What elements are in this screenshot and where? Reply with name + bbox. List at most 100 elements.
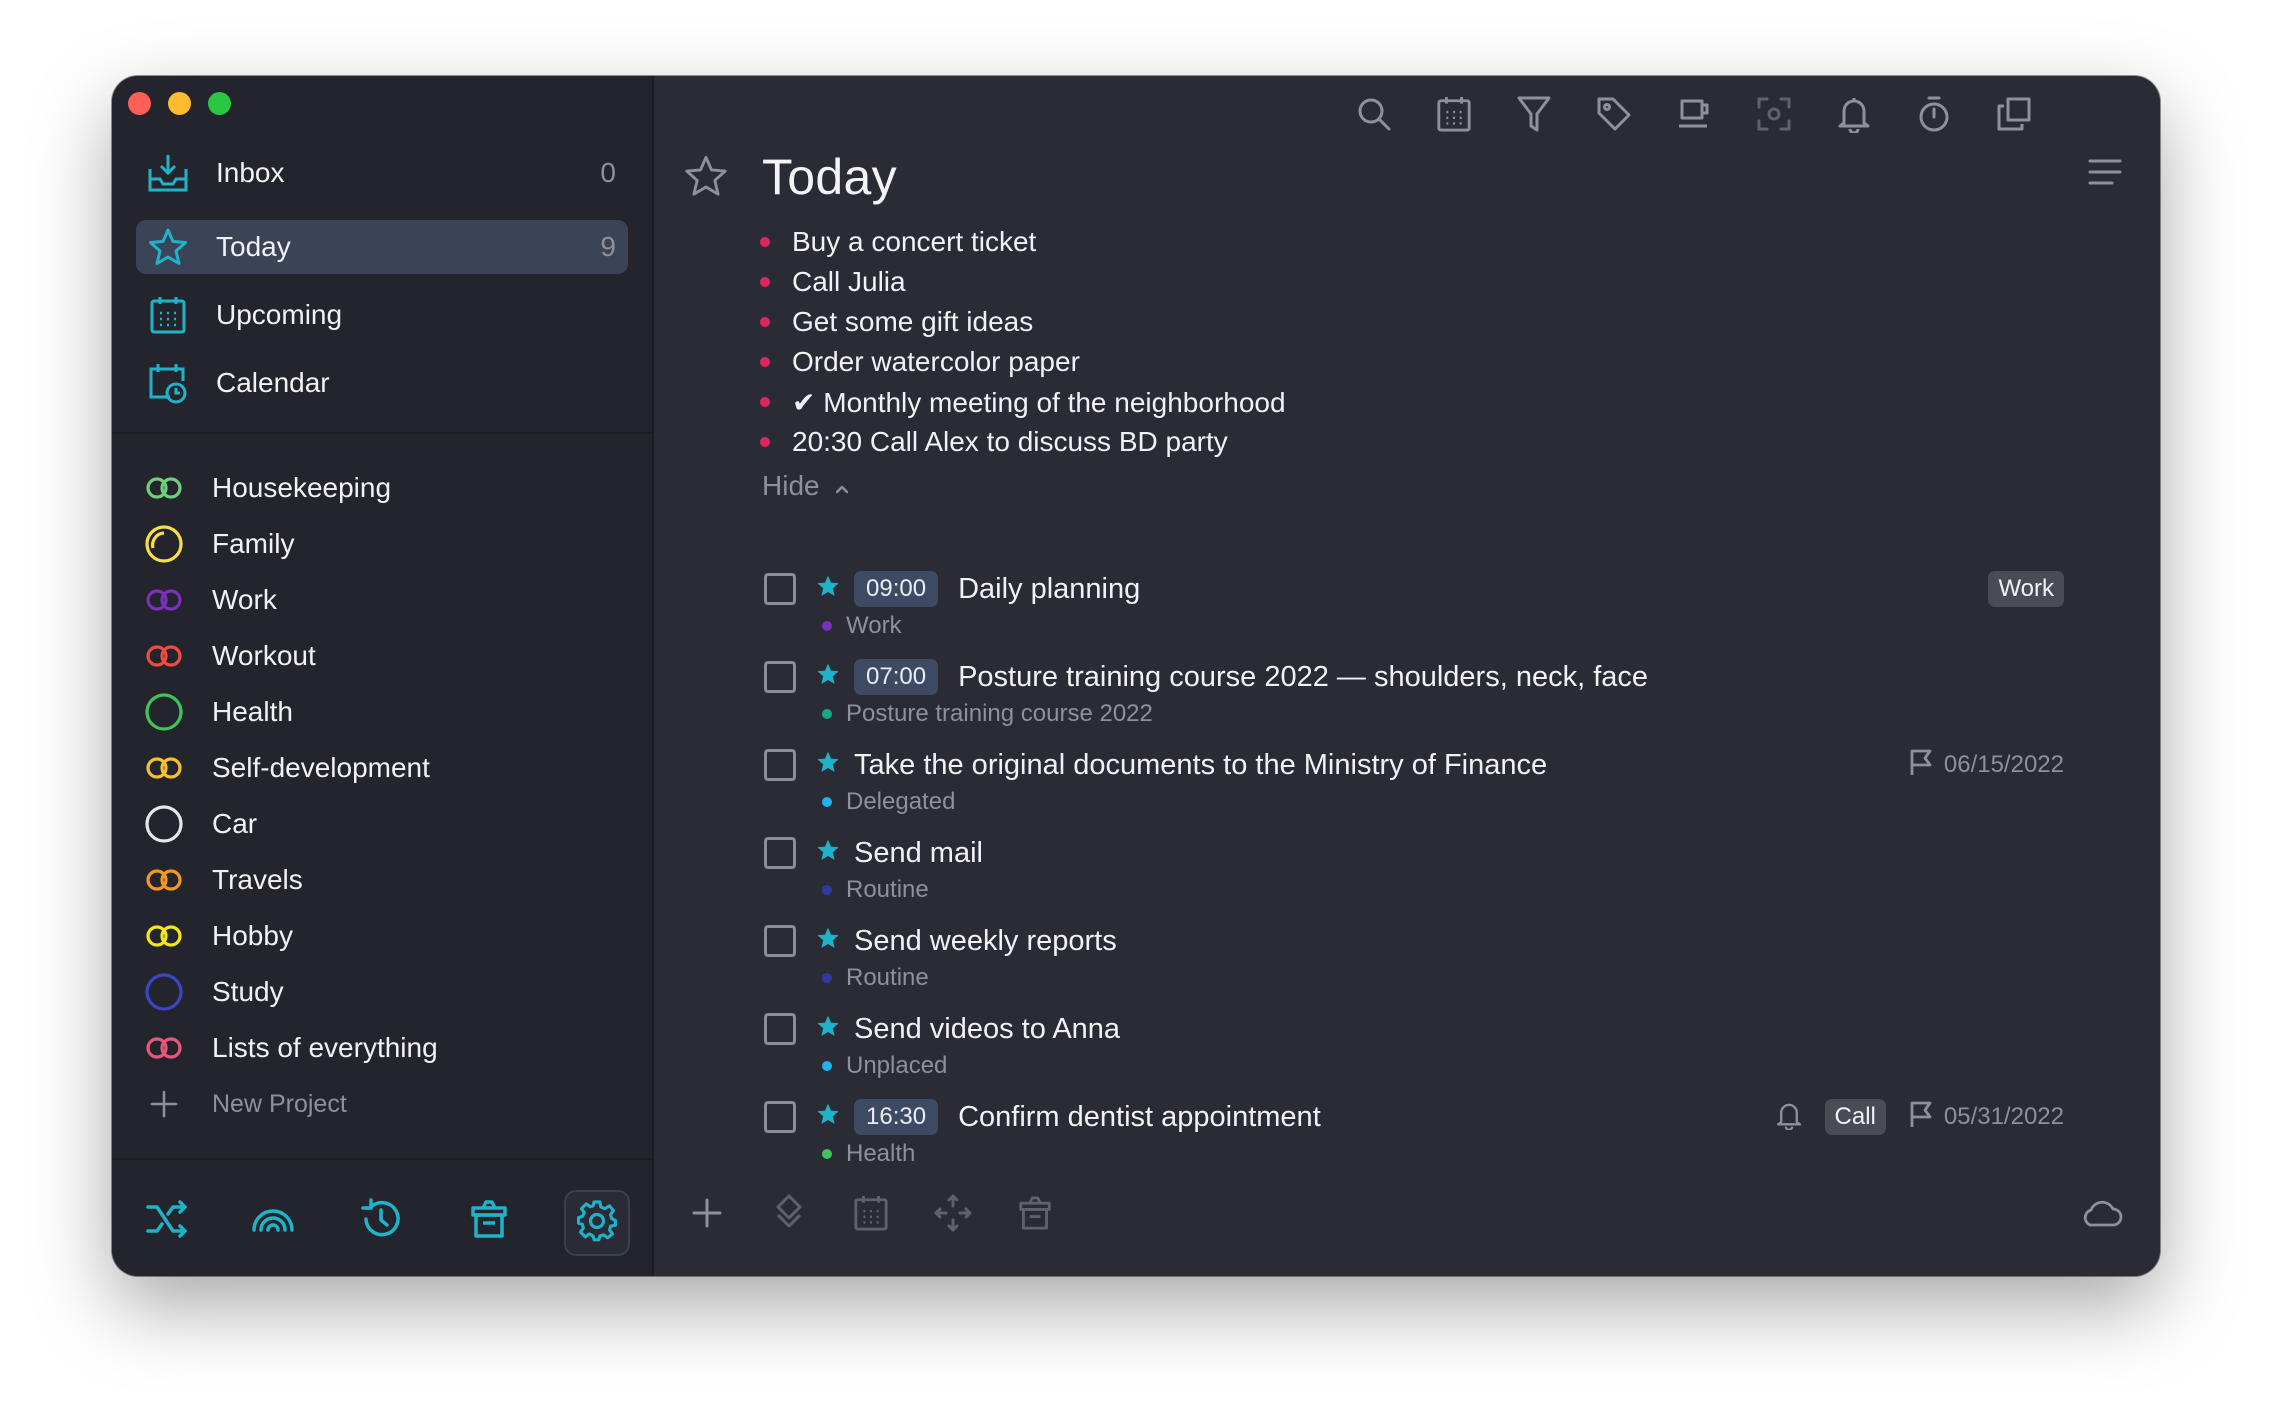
project-label: Health xyxy=(212,696,293,727)
task-checkbox[interactable] xyxy=(764,749,796,781)
project-item[interactable]: Housekeeping xyxy=(142,464,391,512)
tag-move-button[interactable] xyxy=(764,1190,814,1240)
task-title-line: Send weekly reports xyxy=(854,920,1117,962)
list-menu-icon[interactable] xyxy=(2088,158,2122,191)
hide-button[interactable]: Hide xyxy=(762,470,850,502)
star-icon[interactable] xyxy=(816,1014,840,1043)
filter-icon xyxy=(1516,95,1552,138)
project-dot xyxy=(822,973,832,983)
trash-button[interactable] xyxy=(458,1190,520,1252)
sidebar-item-inbox[interactable]: Inbox 0 xyxy=(136,146,628,200)
close-window-button[interactable] xyxy=(128,92,151,115)
rainbow-button[interactable] xyxy=(242,1190,304,1252)
task-row[interactable]: Send videos to Anna Unplaced xyxy=(764,1012,2064,1100)
tag-badge[interactable]: Call xyxy=(1824,1099,1886,1135)
quick-note-item[interactable]: ✔ Monthly meeting of the neighborhood xyxy=(758,382,1286,422)
star-icon[interactable] xyxy=(816,662,840,691)
project-item[interactable]: Work xyxy=(142,576,277,624)
quick-note-item[interactable]: Buy a concert ticket xyxy=(758,222,1286,262)
tag-badge[interactable]: Work xyxy=(1988,571,2064,607)
coffee-icon xyxy=(1676,96,1712,137)
coffee-button[interactable] xyxy=(1670,92,1718,140)
task-project: Posture training course 2022 xyxy=(822,700,1153,728)
task-checkbox[interactable] xyxy=(764,1101,796,1133)
task-project: Unplaced xyxy=(822,1052,947,1080)
task-row[interactable]: Take the original documents to the Minis… xyxy=(764,748,2064,836)
sidebar-bottom-bar xyxy=(112,1160,652,1276)
project-item[interactable]: Workout xyxy=(142,632,316,680)
filter-button[interactable] xyxy=(1510,92,1558,140)
quick-note-item[interactable]: Call Julia xyxy=(758,262,1286,302)
task-project-label: Unplaced xyxy=(846,1052,948,1079)
task-checkbox[interactable] xyxy=(764,925,796,957)
task-checkbox[interactable] xyxy=(764,1013,796,1045)
quick-note-item[interactable]: Get some gift ideas xyxy=(758,302,1286,342)
page-title: Today xyxy=(762,149,897,205)
new-project-label: New Project xyxy=(212,1089,347,1118)
copy-button[interactable] xyxy=(1990,92,2038,140)
project-item[interactable]: Lists of everything xyxy=(142,1024,438,1072)
task-row[interactable]: 07:00 Posture training course 2022 — shou… xyxy=(764,659,2064,748)
task-checkbox[interactable] xyxy=(764,661,796,693)
quick-note-item[interactable]: Order watercolor paper xyxy=(758,342,1286,382)
project-label: Work xyxy=(212,584,277,615)
bell-icon xyxy=(1775,1100,1803,1135)
project-label: Travels xyxy=(212,864,303,895)
minimize-window-button[interactable] xyxy=(168,92,191,115)
project-item[interactable]: Self-development xyxy=(142,744,430,792)
star-icon[interactable] xyxy=(816,1102,840,1131)
bell-button[interactable] xyxy=(1830,92,1878,140)
delete-button[interactable] xyxy=(1010,1190,1060,1240)
task-row[interactable]: Send weekly reports Routine xyxy=(764,924,2064,1012)
timer-button[interactable] xyxy=(1910,92,1958,140)
project-ring-icon xyxy=(142,802,186,846)
sidebar-item-calendar[interactable]: Calendar xyxy=(136,356,628,410)
task-title-line: 07:00 Posture training course 2022 — shou… xyxy=(854,656,1648,698)
project-item[interactable]: Family xyxy=(142,520,294,568)
zoom-window-button[interactable] xyxy=(208,92,231,115)
focus-button[interactable] xyxy=(1750,92,1798,140)
sidebar-item-today[interactable]: Today 9 xyxy=(136,220,628,274)
tag-button[interactable] xyxy=(1590,92,1638,140)
project-ring-icon xyxy=(142,970,186,1014)
shuffle-button[interactable] xyxy=(136,1190,198,1252)
settings-button[interactable] xyxy=(564,1190,630,1256)
star-icon[interactable] xyxy=(816,574,840,603)
shuffle-icon xyxy=(145,1199,189,1244)
history-button[interactable] xyxy=(350,1190,412,1252)
chevron-up-icon xyxy=(834,470,850,502)
project-dot xyxy=(822,797,832,807)
time-badge: 07:00 xyxy=(854,659,939,695)
task-row[interactable]: 16:30 Confirm dentist appointment Health Ca… xyxy=(764,1099,2064,1188)
project-item[interactable]: Hobby xyxy=(142,912,293,960)
add-button[interactable] xyxy=(682,1190,732,1240)
task-row[interactable]: Send mail Routine xyxy=(764,836,2064,924)
project-item[interactable]: Health xyxy=(142,688,293,736)
task-row[interactable]: 09:00 Daily planning Work Work xyxy=(764,571,2064,660)
sidebar-item-upcoming[interactable]: Upcoming xyxy=(136,288,628,342)
quick-note-item[interactable]: 20:30 Call Alex to discuss BD party xyxy=(758,422,1286,462)
task-meta: Work xyxy=(1988,568,2064,610)
schedule-button[interactable] xyxy=(846,1190,896,1240)
task-checkbox[interactable] xyxy=(764,573,796,605)
add-icon xyxy=(142,1082,186,1126)
search-button[interactable] xyxy=(1350,92,1398,140)
project-label: Workout xyxy=(212,640,316,671)
project-item[interactable]: Car xyxy=(142,800,257,848)
project-item[interactable]: Travels xyxy=(142,856,303,904)
task-checkbox[interactable] xyxy=(764,837,796,869)
tag-move-icon xyxy=(774,1193,804,1238)
task-title: Send videos to Anna xyxy=(854,1012,1121,1045)
sync-button[interactable] xyxy=(2076,1190,2126,1240)
star-icon[interactable] xyxy=(816,926,840,955)
copy-icon xyxy=(1996,96,2032,137)
project-item[interactable]: Study xyxy=(142,968,284,1016)
calendar-button[interactable] xyxy=(1430,92,1478,140)
star-icon[interactable] xyxy=(816,838,840,867)
move-button[interactable] xyxy=(928,1190,978,1240)
quick-note-text: Get some gift ideas xyxy=(792,306,1034,337)
app-window: Inbox 0 Today 9 Upcoming Calendar Housek… xyxy=(112,76,2160,1276)
new-project-button[interactable]: New Project xyxy=(142,1080,347,1128)
star-icon[interactable] xyxy=(816,750,840,779)
task-title: Daily planning xyxy=(958,572,1141,605)
